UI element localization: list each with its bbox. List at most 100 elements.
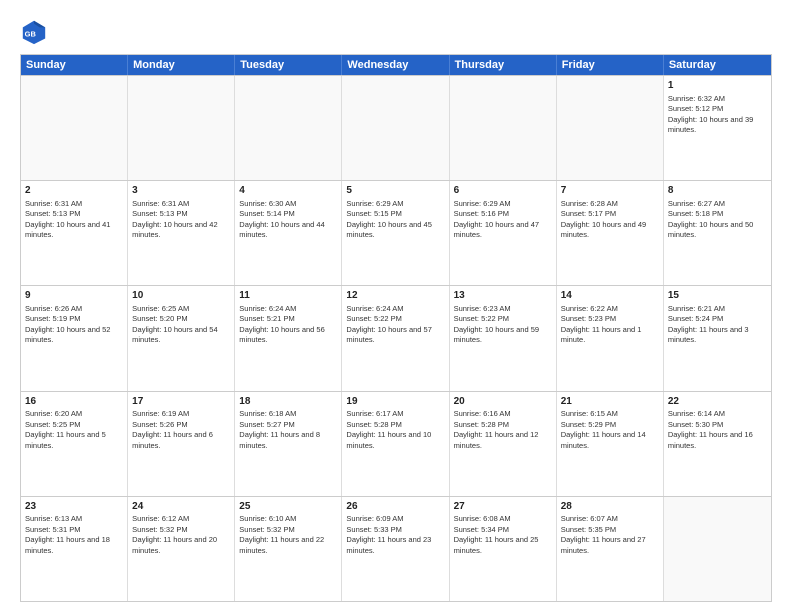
day-info: Sunrise: 6:23 AM Sunset: 5:22 PM Dayligh…: [454, 304, 552, 346]
day-number: 6: [454, 184, 552, 198]
day-info: Sunrise: 6:15 AM Sunset: 5:29 PM Dayligh…: [561, 409, 659, 451]
day-number: 3: [132, 184, 230, 198]
day-number: 14: [561, 289, 659, 303]
day-info: Sunrise: 6:19 AM Sunset: 5:26 PM Dayligh…: [132, 409, 230, 451]
day-number: 23: [25, 500, 123, 514]
header: GB: [20, 18, 772, 46]
cal-cell-3: 3Sunrise: 6:31 AM Sunset: 5:13 PM Daylig…: [128, 181, 235, 285]
day-number: 16: [25, 395, 123, 409]
day-info: Sunrise: 6:27 AM Sunset: 5:18 PM Dayligh…: [668, 199, 767, 241]
day-number: 26: [346, 500, 444, 514]
day-number: 7: [561, 184, 659, 198]
cal-header-wednesday: Wednesday: [342, 55, 449, 75]
day-info: Sunrise: 6:16 AM Sunset: 5:28 PM Dayligh…: [454, 409, 552, 451]
day-number: 10: [132, 289, 230, 303]
cal-cell-14: 14Sunrise: 6:22 AM Sunset: 5:23 PM Dayli…: [557, 286, 664, 390]
day-info: Sunrise: 6:30 AM Sunset: 5:14 PM Dayligh…: [239, 199, 337, 241]
day-info: Sunrise: 6:24 AM Sunset: 5:22 PM Dayligh…: [346, 304, 444, 346]
cal-cell-27: 27Sunrise: 6:08 AM Sunset: 5:34 PM Dayli…: [450, 497, 557, 601]
day-info: Sunrise: 6:20 AM Sunset: 5:25 PM Dayligh…: [25, 409, 123, 451]
day-number: 27: [454, 500, 552, 514]
day-number: 28: [561, 500, 659, 514]
cal-cell-15: 15Sunrise: 6:21 AM Sunset: 5:24 PM Dayli…: [664, 286, 771, 390]
cal-cell-16: 16Sunrise: 6:20 AM Sunset: 5:25 PM Dayli…: [21, 392, 128, 496]
cal-cell-9: 9Sunrise: 6:26 AM Sunset: 5:19 PM Daylig…: [21, 286, 128, 390]
day-info: Sunrise: 6:32 AM Sunset: 5:12 PM Dayligh…: [668, 94, 767, 136]
cal-cell-empty-0: [21, 76, 128, 180]
cal-cell-28: 28Sunrise: 6:07 AM Sunset: 5:35 PM Dayli…: [557, 497, 664, 601]
cal-cell-19: 19Sunrise: 6:17 AM Sunset: 5:28 PM Dayli…: [342, 392, 449, 496]
day-number: 15: [668, 289, 767, 303]
day-number: 21: [561, 395, 659, 409]
day-info: Sunrise: 6:31 AM Sunset: 5:13 PM Dayligh…: [25, 199, 123, 241]
day-number: 5: [346, 184, 444, 198]
calendar-header-row: SundayMondayTuesdayWednesdayThursdayFrid…: [21, 55, 771, 75]
day-number: 12: [346, 289, 444, 303]
day-number: 19: [346, 395, 444, 409]
cal-week-1: 1Sunrise: 6:32 AM Sunset: 5:12 PM Daylig…: [21, 75, 771, 180]
cal-cell-empty-1: [128, 76, 235, 180]
cal-header-monday: Monday: [128, 55, 235, 75]
day-info: Sunrise: 6:25 AM Sunset: 5:20 PM Dayligh…: [132, 304, 230, 346]
cal-cell-2: 2Sunrise: 6:31 AM Sunset: 5:13 PM Daylig…: [21, 181, 128, 285]
cal-cell-13: 13Sunrise: 6:23 AM Sunset: 5:22 PM Dayli…: [450, 286, 557, 390]
day-info: Sunrise: 6:29 AM Sunset: 5:16 PM Dayligh…: [454, 199, 552, 241]
cal-cell-empty-2: [235, 76, 342, 180]
day-info: Sunrise: 6:09 AM Sunset: 5:33 PM Dayligh…: [346, 514, 444, 556]
cal-header-thursday: Thursday: [450, 55, 557, 75]
cal-cell-22: 22Sunrise: 6:14 AM Sunset: 5:30 PM Dayli…: [664, 392, 771, 496]
day-info: Sunrise: 6:21 AM Sunset: 5:24 PM Dayligh…: [668, 304, 767, 346]
cal-cell-17: 17Sunrise: 6:19 AM Sunset: 5:26 PM Dayli…: [128, 392, 235, 496]
day-info: Sunrise: 6:14 AM Sunset: 5:30 PM Dayligh…: [668, 409, 767, 451]
cal-cell-4: 4Sunrise: 6:30 AM Sunset: 5:14 PM Daylig…: [235, 181, 342, 285]
day-number: 22: [668, 395, 767, 409]
day-info: Sunrise: 6:26 AM Sunset: 5:19 PM Dayligh…: [25, 304, 123, 346]
day-number: 20: [454, 395, 552, 409]
cal-header-friday: Friday: [557, 55, 664, 75]
cal-cell-12: 12Sunrise: 6:24 AM Sunset: 5:22 PM Dayli…: [342, 286, 449, 390]
day-number: 24: [132, 500, 230, 514]
cal-cell-24: 24Sunrise: 6:12 AM Sunset: 5:32 PM Dayli…: [128, 497, 235, 601]
page: GB SundayMondayTuesdayWednesdayThursdayF…: [0, 0, 792, 612]
cal-week-2: 2Sunrise: 6:31 AM Sunset: 5:13 PM Daylig…: [21, 180, 771, 285]
svg-text:GB: GB: [25, 30, 37, 39]
cal-cell-25: 25Sunrise: 6:10 AM Sunset: 5:32 PM Dayli…: [235, 497, 342, 601]
day-number: 8: [668, 184, 767, 198]
logo: GB: [20, 18, 52, 46]
day-info: Sunrise: 6:10 AM Sunset: 5:32 PM Dayligh…: [239, 514, 337, 556]
day-number: 4: [239, 184, 337, 198]
cal-cell-empty-5: [557, 76, 664, 180]
cal-week-3: 9Sunrise: 6:26 AM Sunset: 5:19 PM Daylig…: [21, 285, 771, 390]
day-info: Sunrise: 6:07 AM Sunset: 5:35 PM Dayligh…: [561, 514, 659, 556]
calendar-body: 1Sunrise: 6:32 AM Sunset: 5:12 PM Daylig…: [21, 75, 771, 601]
day-info: Sunrise: 6:13 AM Sunset: 5:31 PM Dayligh…: [25, 514, 123, 556]
day-number: 13: [454, 289, 552, 303]
logo-icon: GB: [20, 18, 48, 46]
day-info: Sunrise: 6:28 AM Sunset: 5:17 PM Dayligh…: [561, 199, 659, 241]
cal-header-sunday: Sunday: [21, 55, 128, 75]
cal-week-5: 23Sunrise: 6:13 AM Sunset: 5:31 PM Dayli…: [21, 496, 771, 601]
cal-cell-empty-3: [342, 76, 449, 180]
day-number: 17: [132, 395, 230, 409]
day-number: 2: [25, 184, 123, 198]
day-info: Sunrise: 6:17 AM Sunset: 5:28 PM Dayligh…: [346, 409, 444, 451]
cal-header-tuesday: Tuesday: [235, 55, 342, 75]
cal-cell-empty-6: [664, 497, 771, 601]
cal-cell-empty-4: [450, 76, 557, 180]
cal-cell-10: 10Sunrise: 6:25 AM Sunset: 5:20 PM Dayli…: [128, 286, 235, 390]
cal-cell-26: 26Sunrise: 6:09 AM Sunset: 5:33 PM Dayli…: [342, 497, 449, 601]
day-number: 11: [239, 289, 337, 303]
cal-header-saturday: Saturday: [664, 55, 771, 75]
day-number: 18: [239, 395, 337, 409]
day-number: 1: [668, 79, 767, 93]
cal-cell-11: 11Sunrise: 6:24 AM Sunset: 5:21 PM Dayli…: [235, 286, 342, 390]
cal-cell-23: 23Sunrise: 6:13 AM Sunset: 5:31 PM Dayli…: [21, 497, 128, 601]
day-info: Sunrise: 6:29 AM Sunset: 5:15 PM Dayligh…: [346, 199, 444, 241]
day-number: 25: [239, 500, 337, 514]
day-info: Sunrise: 6:22 AM Sunset: 5:23 PM Dayligh…: [561, 304, 659, 346]
cal-cell-18: 18Sunrise: 6:18 AM Sunset: 5:27 PM Dayli…: [235, 392, 342, 496]
day-info: Sunrise: 6:18 AM Sunset: 5:27 PM Dayligh…: [239, 409, 337, 451]
day-number: 9: [25, 289, 123, 303]
cal-cell-6: 6Sunrise: 6:29 AM Sunset: 5:16 PM Daylig…: [450, 181, 557, 285]
cal-cell-20: 20Sunrise: 6:16 AM Sunset: 5:28 PM Dayli…: [450, 392, 557, 496]
